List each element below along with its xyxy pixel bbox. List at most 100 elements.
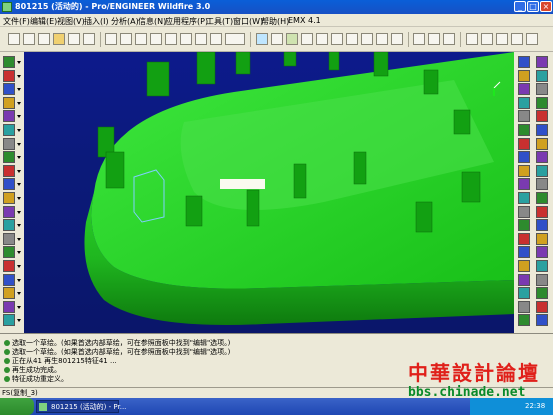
style-icon[interactable] <box>518 205 530 218</box>
pattern-tool-icon[interactable] <box>536 232 548 245</box>
menu-tools[interactable]: 工具(T) <box>206 16 233 27</box>
sketch-tool-icon[interactable] <box>536 69 548 82</box>
curve-tool-icon[interactable] <box>536 287 548 300</box>
datum-axis-icon[interactable] <box>3 314 15 327</box>
flyout-arrow-icon[interactable] <box>17 237 21 241</box>
redo-icon[interactable] <box>120 33 132 45</box>
chamfer-icon[interactable] <box>518 287 530 300</box>
flyout-arrow-icon[interactable] <box>17 265 21 268</box>
start-button[interactable] <box>0 398 34 415</box>
menu-analysis[interactable]: 分析(A) <box>111 16 139 27</box>
menu-edit[interactable]: 编辑(E) <box>30 16 57 27</box>
variable-sweep-icon[interactable] <box>518 178 530 191</box>
csys-icon[interactable] <box>518 110 530 123</box>
style-icon[interactable] <box>3 287 15 300</box>
flyout-arrow-icon[interactable] <box>17 101 21 105</box>
boundary-blend-tool-icon[interactable] <box>536 124 548 136</box>
extrude-icon[interactable] <box>518 151 530 164</box>
zoom-in-icon[interactable] <box>301 33 313 45</box>
refit-icon[interactable] <box>331 33 343 45</box>
flyout-arrow-icon[interactable] <box>17 156 21 160</box>
3d-model-view[interactable] <box>24 52 514 333</box>
offset-icon[interactable] <box>3 246 15 259</box>
saved-views-icon[interactable] <box>361 33 373 45</box>
layers-icon[interactable] <box>376 33 388 45</box>
trim-icon[interactable] <box>3 232 15 245</box>
blend-icon[interactable] <box>3 96 15 109</box>
flyout-arrow-icon[interactable] <box>17 305 21 309</box>
menu-applications[interactable]: 应用程序(P) <box>165 16 208 27</box>
hidden-line-icon[interactable] <box>428 33 440 45</box>
revolve-icon[interactable] <box>518 164 530 177</box>
flyout-arrow-icon[interactable] <box>17 224 21 228</box>
extrude-icon[interactable] <box>3 56 15 68</box>
spin-center-icon[interactable] <box>271 33 283 45</box>
rib-tool-icon[interactable] <box>536 178 548 191</box>
flyout-arrow-icon[interactable] <box>17 292 21 296</box>
draft-icon[interactable] <box>3 151 15 164</box>
view-manager-icon[interactable] <box>391 33 403 45</box>
print-icon[interactable] <box>83 33 95 45</box>
folder-icon[interactable] <box>53 33 65 45</box>
sweep-icon[interactable] <box>3 83 15 96</box>
round-tool-icon[interactable] <box>536 205 548 218</box>
maximize-button[interactable]: □ <box>527 1 539 12</box>
analysis-tool-icon[interactable] <box>536 56 548 68</box>
datum-plane-tool-icon[interactable] <box>536 260 548 272</box>
close-button[interactable]: × <box>540 1 552 12</box>
round-icon[interactable] <box>518 273 530 286</box>
hole-icon[interactable] <box>3 110 15 123</box>
draft-icon[interactable] <box>518 260 530 272</box>
repaint-icon[interactable] <box>256 33 268 45</box>
chamfer-icon[interactable] <box>3 137 15 150</box>
flyout-arrow-icon[interactable] <box>17 169 21 173</box>
revolve-icon[interactable] <box>3 69 15 82</box>
menu-view[interactable]: 视图(V) <box>57 16 85 27</box>
datum-plane-icon[interactable] <box>3 300 15 313</box>
analysis-icon[interactable] <box>518 124 530 136</box>
sketch-icon[interactable] <box>518 137 530 150</box>
flyout-arrow-icon[interactable] <box>17 129 21 132</box>
merge-icon[interactable] <box>3 219 15 232</box>
variable-sweep-tool-icon[interactable] <box>536 110 548 123</box>
flyout-arrow-icon[interactable] <box>17 251 21 255</box>
flyout-arrow-icon[interactable] <box>17 183 21 187</box>
hole-tool-icon[interactable] <box>536 151 548 164</box>
shading-icon[interactable] <box>443 33 455 45</box>
datum-axes-icon[interactable] <box>481 33 493 45</box>
csys-tool-icon[interactable] <box>536 314 548 327</box>
wireframe-icon[interactable] <box>413 33 425 45</box>
extrude-tool-icon[interactable] <box>536 83 548 96</box>
datum-planes-icon[interactable] <box>466 33 478 45</box>
menu-emx[interactable]: EMX 4.1 <box>288 16 321 25</box>
chamfer-tool-icon[interactable] <box>536 219 548 232</box>
menu-help[interactable]: 帮助(H) <box>261 16 289 27</box>
dimension-label[interactable] <box>220 179 265 189</box>
menu-insert[interactable]: 插入(I) <box>84 16 109 27</box>
mirror-icon[interactable] <box>518 314 530 327</box>
draft-tool-icon[interactable] <box>536 192 548 204</box>
mail-icon[interactable] <box>68 33 80 45</box>
flyout-arrow-icon[interactable] <box>17 115 21 119</box>
datum-point-icon[interactable] <box>518 96 530 109</box>
style-tool-icon[interactable] <box>536 137 548 150</box>
menu-info[interactable]: 信息(N) <box>138 16 166 27</box>
graphics-viewport[interactable] <box>24 52 514 333</box>
mirror-icon[interactable] <box>3 205 15 218</box>
boundary-blend-icon[interactable] <box>518 192 530 204</box>
datum-axis-icon[interactable] <box>518 69 530 82</box>
menu-window[interactable]: 窗口(W) <box>233 16 263 27</box>
open-icon[interactable] <box>23 33 35 45</box>
thicken-icon[interactable] <box>3 260 15 272</box>
undo-icon[interactable] <box>105 33 117 45</box>
context-help-icon[interactable] <box>526 33 538 45</box>
flyout-arrow-icon[interactable] <box>17 88 21 92</box>
datum-plane-icon[interactable] <box>518 56 530 68</box>
hole-icon[interactable] <box>518 219 530 232</box>
mirror-tool-icon[interactable] <box>536 246 548 259</box>
flyout-arrow-icon[interactable] <box>17 74 21 78</box>
solidify-icon[interactable] <box>3 273 15 286</box>
round-icon[interactable] <box>3 124 15 136</box>
copy-icon[interactable] <box>150 33 162 45</box>
datum-axis-tool-icon[interactable] <box>536 273 548 286</box>
